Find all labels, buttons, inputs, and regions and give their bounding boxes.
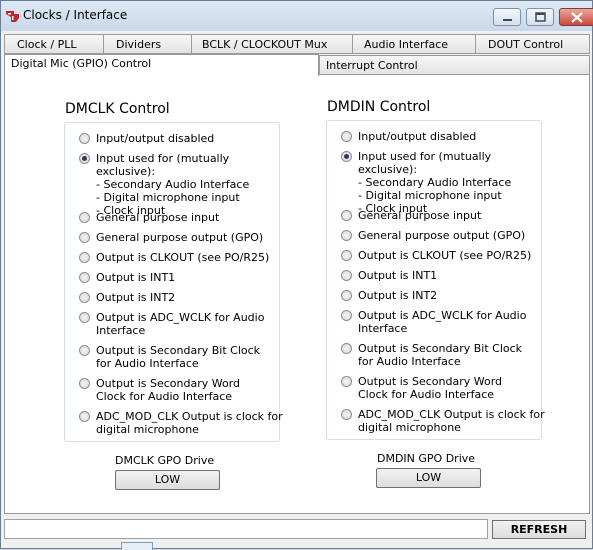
radio-button[interactable] (341, 210, 352, 221)
ti-logo-icon (5, 9, 21, 23)
dmclk-gpo-drive-button[interactable]: LOW (115, 470, 220, 490)
radio-button[interactable] (341, 230, 352, 241)
option-label: Input used for (mutually exclusive): - S… (358, 150, 512, 215)
tab-audio-interface[interactable]: Audio Interface (352, 34, 476, 54)
dmclk-gpo-drive-label: DMCLK GPO Drive (115, 454, 215, 467)
tab-row-1: Clock / PLL Dividers BCLK / CLOCKOUT Mux… (4, 34, 590, 54)
radio-button[interactable] (79, 252, 90, 263)
tab-bclk-clockout-mux[interactable]: BCLK / CLOCKOUT Mux (191, 34, 353, 54)
dmclk-title: DMCLK Control (65, 101, 170, 117)
radio-button[interactable] (79, 411, 90, 422)
radio-button[interactable] (79, 272, 90, 283)
radio-button[interactable] (79, 292, 90, 303)
tab-label: Dividers (116, 38, 162, 51)
radio-button[interactable] (341, 290, 352, 301)
tab-interrupt-control[interactable]: Interrupt Control (319, 55, 590, 75)
minimize-button[interactable] (493, 8, 521, 26)
maximize-icon (535, 12, 546, 22)
option-label: ADC_MOD_CLK Output is clock for digital … (96, 410, 283, 436)
option-label: Output is INT1 (96, 271, 176, 284)
radio-button[interactable] (341, 376, 352, 387)
option-label: Input/output disabled (96, 132, 215, 145)
option-label: Output is Secondary Bit Clock for Audio … (96, 344, 261, 370)
option-label: General purpose input (358, 209, 482, 222)
option-label: Output is INT2 (358, 289, 438, 302)
dmdin-groupbox: Input/output disabled Input used for (mu… (326, 120, 545, 440)
digital-mic-panel: DMCLK Control Input/output disabled Inpu… (4, 74, 590, 514)
status-field (4, 519, 488, 539)
tab-label: Digital Mic (GPIO) Control (11, 57, 152, 70)
option-label: Output is Secondary Word Clock for Audio… (358, 375, 503, 401)
radio-button[interactable] (341, 409, 352, 420)
minimize-icon (503, 19, 512, 21)
option-label: Output is ADC_WCLK for Audio Interface (358, 309, 527, 335)
radio-button[interactable] (79, 133, 90, 144)
tab-digital-mic-gpio-control[interactable]: Digital Mic (GPIO) Control (4, 54, 319, 76)
option-label: Output is CLKOUT (see PO/R25) (358, 249, 532, 262)
tab-label: Clock / PLL (17, 38, 77, 51)
dmdin-gpo-drive-label: DMDIN GPO Drive (377, 452, 476, 465)
radio-button[interactable] (341, 310, 352, 321)
option-label: Output is CLKOUT (see PO/R25) (96, 251, 270, 264)
option-label: Input/output disabled (358, 130, 477, 143)
tab-dout-control[interactable]: DOUT Control (475, 34, 590, 54)
option-label: General purpose output (GPO) (96, 231, 264, 244)
tab-dividers[interactable]: Dividers (103, 34, 192, 54)
dmclk-groupbox: Input/output disabled Input used for (mu… (64, 122, 283, 442)
option-label: General purpose output (GPO) (358, 229, 526, 242)
dmdin-title: DMDIN Control (327, 99, 431, 115)
option-label: Output is Secondary Bit Clock for Audio … (358, 342, 523, 368)
tab-clock-pll[interactable]: Clock / PLL (4, 34, 104, 54)
close-button[interactable] (559, 8, 593, 26)
radio-button[interactable] (341, 250, 352, 261)
app-window: Clocks / Interface Clock / PLL Dividers (0, 0, 593, 550)
radio-button[interactable] (341, 270, 352, 281)
radio-button[interactable] (341, 131, 352, 142)
window-title: Clocks / Interface (23, 8, 128, 22)
title-bar[interactable]: Clocks / Interface (1, 1, 593, 31)
radio-button[interactable] (341, 343, 352, 354)
tab-label: Interrupt Control (326, 59, 418, 72)
radio-button[interactable] (79, 345, 90, 356)
radio-button[interactable] (79, 153, 90, 164)
option-label: ADC_MOD_CLK Output is clock for digital … (358, 408, 545, 434)
radio-button[interactable] (79, 312, 90, 323)
dmdin-gpo-drive-button[interactable]: LOW (376, 468, 481, 488)
option-label: Output is INT1 (358, 269, 438, 282)
tab-row-2: Digital Mic (GPIO) Control Interrupt Con… (4, 54, 590, 76)
close-icon (571, 12, 583, 23)
maximize-button[interactable] (526, 8, 554, 26)
option-label: Input used for (mutually exclusive): - S… (96, 152, 250, 217)
radio-button[interactable] (341, 151, 352, 162)
tab-label: Audio Interface (364, 38, 449, 51)
tab-label: BCLK / CLOCKOUT Mux (202, 38, 328, 51)
option-label: Output is ADC_WCLK for Audio Interface (96, 311, 265, 337)
option-label: Output is INT2 (96, 291, 176, 304)
option-label: Output is Secondary Word Clock for Audio… (96, 377, 241, 403)
radio-button[interactable] (79, 212, 90, 223)
refresh-button[interactable]: REFRESH (492, 520, 586, 539)
tab-label: DOUT Control (488, 38, 564, 51)
radio-button[interactable] (79, 378, 90, 389)
option-label: General purpose input (96, 211, 220, 224)
radio-button[interactable] (79, 232, 90, 243)
